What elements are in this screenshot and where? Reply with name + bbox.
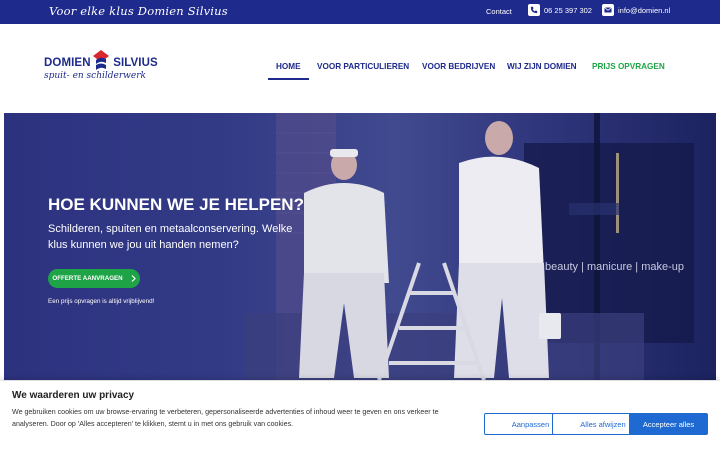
site-header: DOMIEN SILVIUS spuit- en schilderwerk HO… — [0, 24, 720, 112]
nav-home[interactable]: HOME — [268, 62, 308, 80]
envelope-icon — [602, 4, 614, 16]
quote-request-label: OFFERTE AANVRAGEN — [52, 275, 123, 282]
nav-prijs-opvragen[interactable]: PRIJS OPVRAGEN — [592, 62, 665, 71]
phone-number: 06 25 397 302 — [544, 5, 592, 15]
chevron-right-icon — [131, 275, 136, 282]
hero-note: Een prijs opvragen is altijd vrijblijven… — [48, 298, 155, 305]
accept-all-button[interactable]: Accepteer alles — [629, 413, 708, 435]
cookie-text: We gebruiken cookies om uw browse-ervari… — [12, 408, 439, 428]
hero-text: Schilderen, spuiten en metaalconserverin… — [48, 223, 293, 251]
email-address: info@domien.nl — [618, 5, 671, 15]
quote-request-button[interactable]: OFFERTE AANVRAGEN — [48, 269, 140, 288]
email-link[interactable]: info@domien.nl — [602, 4, 670, 16]
slogan: Voor elke klus Domien Silvius — [49, 4, 228, 18]
nav-voor-bedrijven[interactable]: VOOR BEDRIJVEN — [422, 62, 495, 71]
logo-brand-right: SILVIUS — [113, 57, 158, 69]
site-logo[interactable]: DOMIEN SILVIUS spuit- en schilderwerk — [44, 50, 159, 86]
phone-link[interactable]: 06 25 397 302 — [528, 4, 592, 16]
logo-brand: DOMIEN SILVIUS — [44, 57, 158, 69]
hero-title: HOE KUNNEN WE JE HELPEN? — [48, 195, 304, 214]
nav-wij-zijn-domien[interactable]: WIJ ZIJN DOMIEN — [507, 62, 577, 71]
contact-link[interactable]: Contact — [486, 7, 512, 16]
phone-icon — [528, 4, 540, 16]
cookie-banner: We waarderen uw privacy We gebruiken coo… — [0, 381, 720, 450]
shop-window-text: beauty | manicure | make-up — [545, 261, 684, 273]
cookie-title: We waarderen uw privacy — [12, 390, 135, 401]
logo-brand-left: DOMIEN — [44, 57, 91, 69]
top-bar: Voor elke klus Domien Silvius Contact 06… — [0, 0, 720, 24]
nav-voor-particulieren[interactable]: VOOR PARTICULIEREN — [317, 62, 409, 71]
hero-banner: beauty | manicure | make-up HOE KUNNEN W… — [4, 113, 716, 380]
logo-tagline: spuit- en schilderwerk — [44, 71, 146, 81]
